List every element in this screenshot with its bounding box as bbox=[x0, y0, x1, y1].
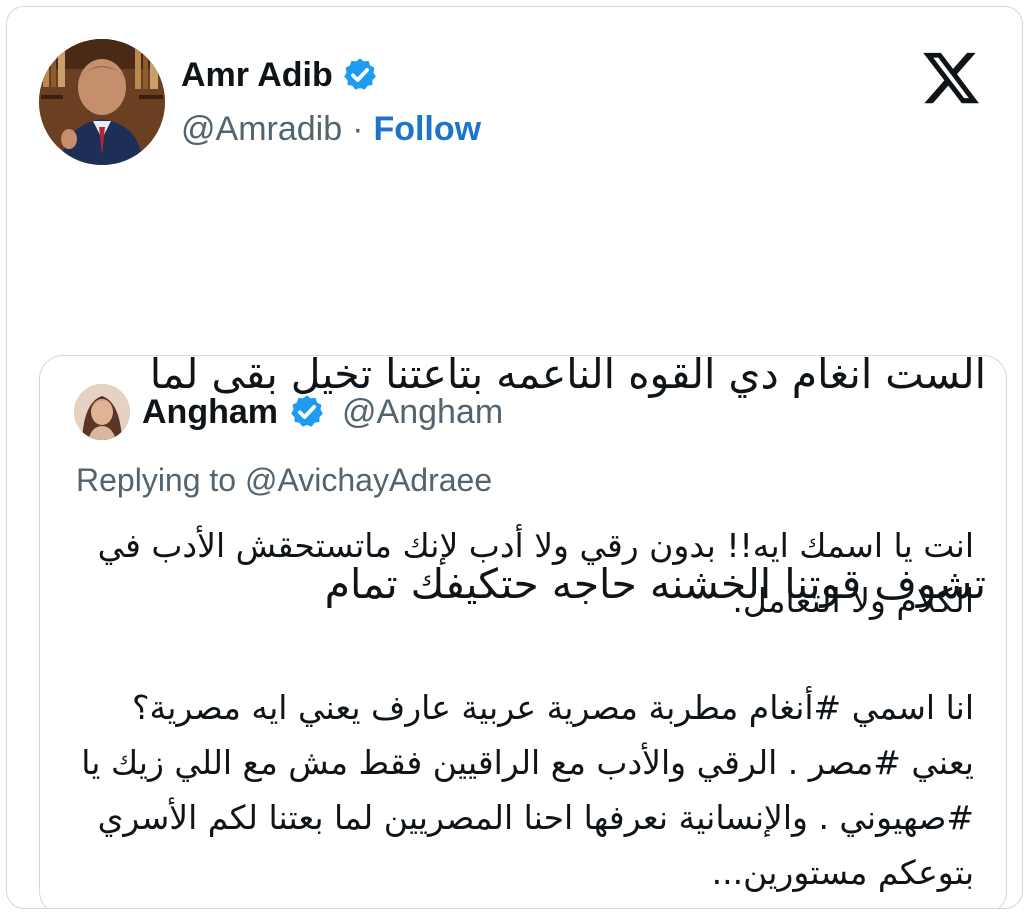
quoted-paragraph: انا اسمي #أنغام مطربة مصرية عربية عارف ي… bbox=[70, 688, 974, 892]
verified-badge-icon bbox=[341, 56, 379, 94]
quoted-author-row: Angham @Angham bbox=[142, 386, 503, 438]
author-handle-row: @Amradib · Follow bbox=[181, 107, 481, 151]
quoted-tweet[interactable]: Angham @Angham Replying to @AvichayAdrae… bbox=[39, 355, 1007, 908]
author-avatar[interactable] bbox=[39, 39, 165, 165]
quoted-author-avatar[interactable] bbox=[74, 384, 130, 440]
author-handle[interactable]: @Amradib bbox=[181, 110, 342, 149]
follow-button[interactable]: Follow bbox=[373, 110, 481, 149]
quoted-tweet-text: انت يا اسمك ايه!! بدون رقي ولا أدب لإنك … bbox=[70, 518, 974, 908]
replying-to-label: Replying to @AvichayAdraee bbox=[76, 462, 493, 498]
x-logo-icon[interactable] bbox=[920, 47, 982, 109]
author-name-row: Amr Adib bbox=[181, 53, 379, 97]
quoted-paragraph: انت يا اسمك ايه!! بدون رقي ولا أدب لإنك … bbox=[87, 526, 974, 620]
quoted-author-handle[interactable]: @Angham bbox=[342, 393, 503, 432]
verified-badge-icon bbox=[288, 393, 326, 431]
separator-dot: · bbox=[352, 109, 364, 148]
quoted-author-name[interactable]: Angham bbox=[142, 393, 278, 432]
tweet-header: Amr Adib @Amradib · Follow bbox=[39, 39, 990, 169]
tweet-embed-card: Amr Adib @Amradib · Follow الست انغام دي… bbox=[6, 6, 1023, 909]
author-name[interactable]: Amr Adib bbox=[181, 56, 333, 95]
